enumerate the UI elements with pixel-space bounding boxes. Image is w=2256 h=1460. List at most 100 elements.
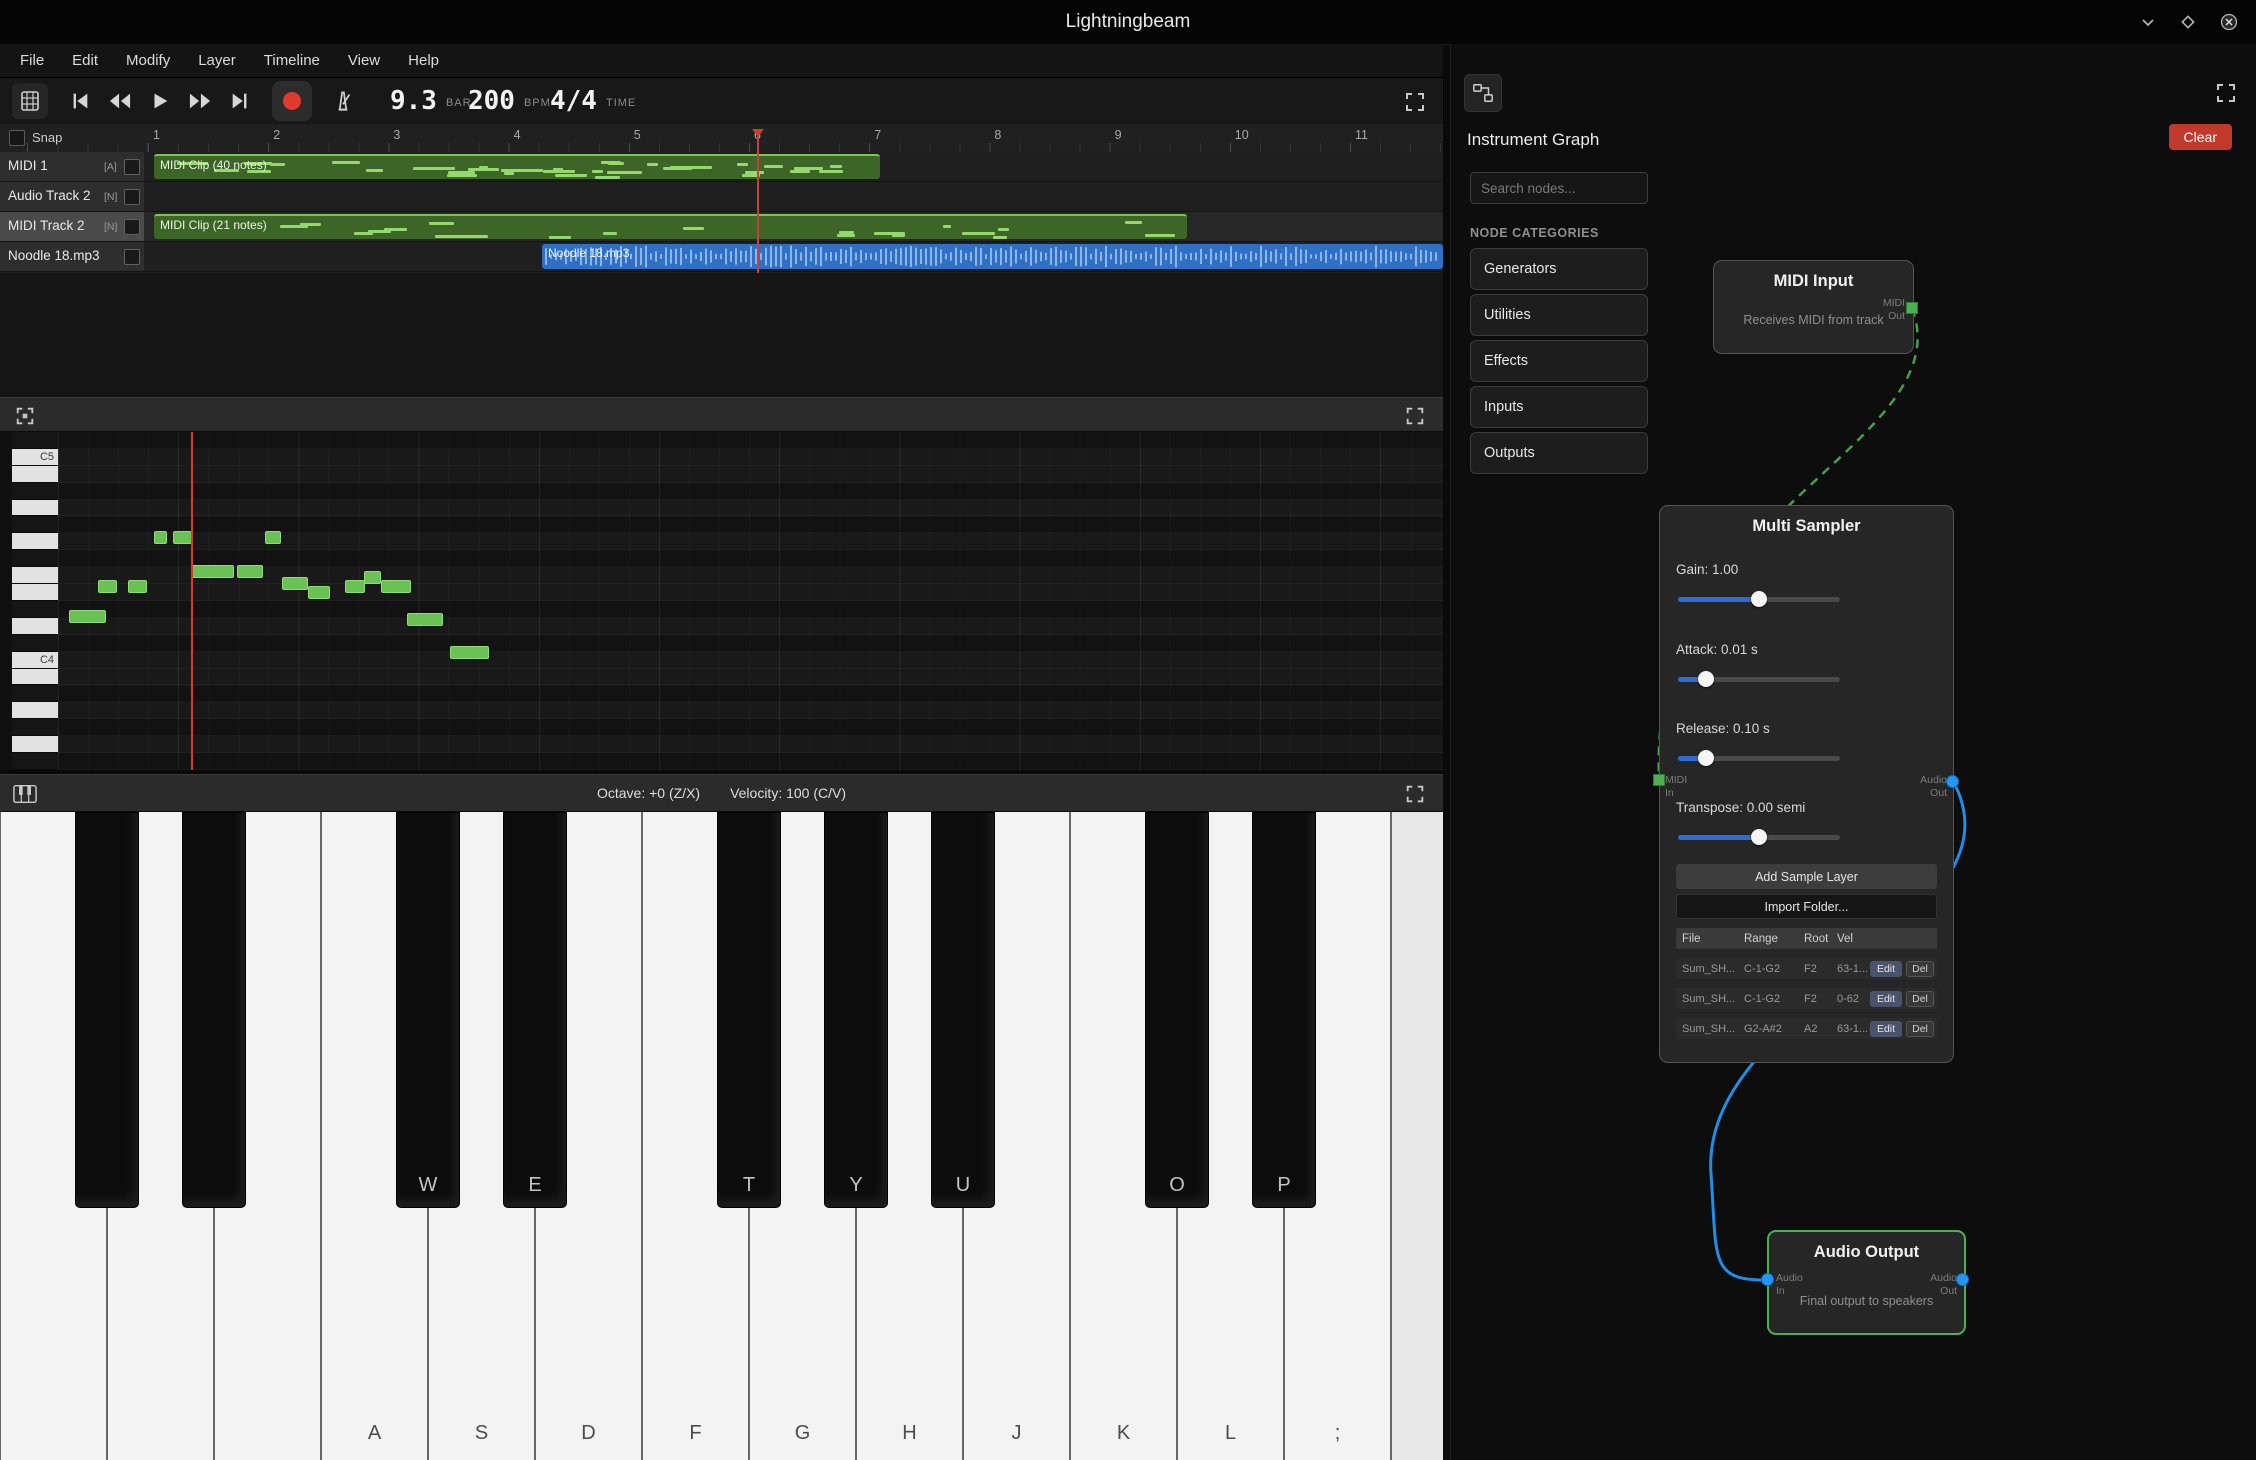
black-key[interactable]: E: [503, 812, 567, 1208]
piano-roll-note[interactable]: [69, 610, 106, 623]
keystrip-key[interactable]: C5: [12, 449, 58, 466]
midi-clip[interactable]: MIDI Clip (21 notes): [154, 214, 1187, 239]
time-signature-display[interactable]: 4/4 TIME: [550, 78, 636, 124]
track-checkbox[interactable]: [124, 219, 140, 235]
piano-roll-note[interactable]: [450, 646, 489, 659]
piano-roll-note[interactable]: [407, 613, 443, 626]
category-effects[interactable]: Effects: [1470, 340, 1648, 382]
keystrip-key[interactable]: [12, 567, 58, 584]
slider-track[interactable]: [1678, 597, 1840, 602]
snap-checkbox[interactable]: [9, 130, 25, 146]
black-key[interactable]: [182, 812, 246, 1208]
menu-file[interactable]: File: [6, 44, 58, 78]
category-utilities[interactable]: Utilities: [1470, 294, 1648, 336]
category-inputs[interactable]: Inputs: [1470, 386, 1648, 428]
black-key[interactable]: Y: [824, 812, 888, 1208]
record-button[interactable]: [272, 81, 312, 121]
piano-roll-note[interactable]: [364, 571, 381, 584]
keystrip-key[interactable]: [12, 686, 58, 703]
track-lane[interactable]: [144, 182, 1443, 212]
keystrip-key[interactable]: [12, 669, 58, 686]
menu-edit[interactable]: Edit: [58, 44, 112, 78]
midi-out-port[interactable]: [1906, 302, 1918, 314]
edit-sample-button[interactable]: Edit: [1870, 961, 1902, 977]
category-generators[interactable]: Generators: [1470, 248, 1648, 290]
edit-sample-button[interactable]: Edit: [1870, 991, 1902, 1007]
timeline-mode-button[interactable]: [12, 83, 48, 119]
menu-help[interactable]: Help: [394, 44, 453, 78]
search-nodes-input[interactable]: [1470, 172, 1648, 204]
keystrip-key[interactable]: C4: [12, 652, 58, 669]
skip-end-button[interactable]: [226, 87, 254, 115]
black-key[interactable]: P: [1252, 812, 1316, 1208]
timeline-ruler[interactable]: Snap 1234567891011: [0, 124, 1443, 153]
piano-roll-grid[interactable]: [58, 432, 1443, 770]
piano-roll-note[interactable]: [381, 580, 411, 593]
keystrip-key[interactable]: [12, 618, 58, 635]
clear-graph-button[interactable]: Clear: [2169, 124, 2232, 150]
keystrip-key[interactable]: [12, 635, 58, 652]
skip-start-button[interactable]: [66, 87, 94, 115]
audio-output-in-port[interactable]: [1761, 1273, 1774, 1286]
piano-roll-note[interactable]: [128, 580, 147, 593]
track-lane[interactable]: Noodle 18.mp3: [144, 242, 1443, 272]
track-checkbox[interactable]: [124, 249, 140, 265]
edit-sample-button[interactable]: Edit: [1870, 1021, 1902, 1037]
track-lane[interactable]: MIDI Clip (21 notes): [144, 212, 1443, 242]
piano-roll-note[interactable]: [308, 586, 330, 599]
node-multi-sampler[interactable]: Multi Sampler Gain: 1.00Attack: 0.01 sRe…: [1659, 505, 1954, 1063]
keystrip-key[interactable]: [12, 517, 58, 534]
track-checkbox[interactable]: [124, 189, 140, 205]
slider-track[interactable]: [1678, 677, 1840, 682]
sampler-midi-in-port[interactable]: [1653, 774, 1665, 786]
keystrip-key[interactable]: [12, 483, 58, 500]
track-checkbox[interactable]: [124, 159, 140, 175]
sampler-audio-out-port[interactable]: [1946, 775, 1959, 788]
slider-knob[interactable]: [1698, 750, 1714, 766]
piano-roll-fit-button[interactable]: [12, 403, 38, 429]
slider-knob[interactable]: [1751, 829, 1767, 845]
delete-sample-button[interactable]: Del: [1906, 991, 1934, 1007]
midi-clip[interactable]: MIDI Clip (40 notes): [154, 154, 880, 179]
piano-roll-note[interactable]: [173, 531, 192, 544]
piano-roll-playhead[interactable]: [191, 432, 193, 770]
black-key[interactable]: [75, 812, 139, 1208]
fast-forward-button[interactable]: [186, 87, 214, 115]
black-key[interactable]: T: [717, 812, 781, 1208]
piano-roll-note[interactable]: [282, 577, 308, 590]
node-audio-output[interactable]: Audio Output AudioIn AudioOut Final outp…: [1767, 1230, 1966, 1335]
maximize-icon[interactable]: [2180, 14, 2196, 30]
keystrip-key[interactable]: [12, 584, 58, 601]
track-header[interactable]: MIDI Track 2[N]: [0, 212, 145, 242]
graph-fullscreen-button[interactable]: [2211, 78, 2241, 108]
slider-knob[interactable]: [1751, 591, 1767, 607]
track-header[interactable]: Noodle 18.mp3: [0, 242, 145, 272]
keystrip-key[interactable]: [12, 550, 58, 567]
black-key[interactable]: W: [396, 812, 460, 1208]
category-outputs[interactable]: Outputs: [1470, 432, 1648, 474]
node-midi-input[interactable]: MIDI Input Receives MIDI from track MIDI…: [1713, 260, 1914, 354]
piano-roll-note[interactable]: [345, 580, 365, 593]
piano-roll-note[interactable]: [154, 531, 167, 544]
audio-output-out-port[interactable]: [1956, 1273, 1969, 1286]
piano-roll-note[interactable]: [98, 580, 117, 593]
black-key[interactable]: O: [1145, 812, 1209, 1208]
keyboard-fullscreen-button[interactable]: [1402, 781, 1428, 807]
tempo-display[interactable]: 200 BPM: [468, 78, 551, 124]
rewind-button[interactable]: [106, 87, 134, 115]
timeline-playhead[interactable]: [757, 129, 759, 273]
keystrip-key[interactable]: [12, 500, 58, 517]
track-lane[interactable]: MIDI Clip (40 notes): [144, 152, 1443, 182]
delete-sample-button[interactable]: Del: [1906, 1021, 1934, 1037]
slider-knob[interactable]: [1698, 671, 1714, 687]
black-key[interactable]: U: [931, 812, 995, 1208]
menu-layer[interactable]: Layer: [184, 44, 250, 78]
keystrip-key[interactable]: [12, 466, 58, 483]
piano-roll-note[interactable]: [237, 565, 263, 578]
keystrip-key[interactable]: [12, 702, 58, 719]
play-button[interactable]: [146, 87, 174, 115]
keystrip-key[interactable]: [12, 533, 58, 550]
keystrip-key[interactable]: [12, 736, 58, 753]
delete-sample-button[interactable]: Del: [1906, 961, 1934, 977]
keystrip-key[interactable]: [12, 432, 58, 449]
